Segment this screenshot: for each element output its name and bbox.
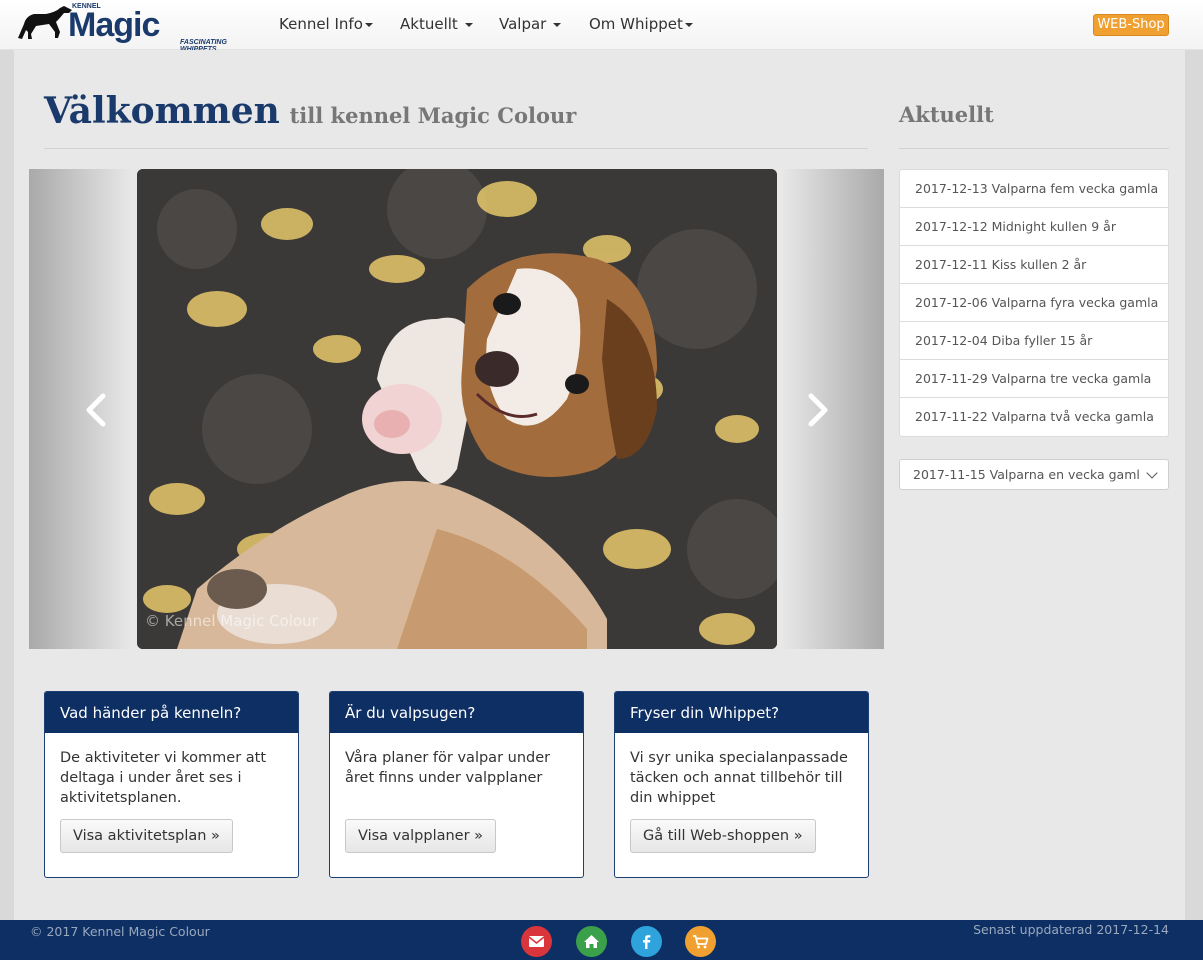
whippet-logo-icon [18, 6, 72, 39]
info-box-title: Är du valpsugen? [330, 692, 583, 733]
footer: © 2017 Kennel Magic Colour Senast uppdat… [0, 920, 1203, 960]
photo-watermark: © Kennel Magic Colour [145, 612, 318, 630]
nav-label: Om Whippet [589, 15, 683, 33]
caret-down-icon [364, 22, 373, 27]
news-item[interactable]: 2017-12-12 Midnight kullen 9 år [900, 208, 1168, 246]
page-title-main: Välkommen [44, 90, 280, 132]
facebook-icon[interactable] [631, 926, 662, 957]
info-box-text: De aktiviteter vi kommer att deltaga i u… [60, 750, 267, 806]
puppy-photo [137, 169, 777, 649]
info-box-text: Våra planer för valpar under året finns … [345, 750, 551, 786]
nav-om-whippet[interactable]: Om Whippet [589, 15, 693, 33]
view-puppy-plans-button[interactable]: Visa valpplaner » [345, 819, 497, 853]
info-box-activities: Vad händer på kenneln? De aktiviteter vi… [44, 691, 299, 878]
select-value: 2017-11-15 Valparna en vecka gamla [913, 467, 1139, 482]
view-activity-plan-button[interactable]: Visa aktivitetsplan » [60, 819, 233, 853]
nav-label: Aktuellt [400, 15, 458, 33]
image-carousel[interactable]: © Kennel Magic Colour [29, 169, 884, 649]
page-title-sub: till kennel Magic Colour [289, 103, 577, 128]
chevron-right-icon[interactable] [805, 393, 831, 436]
home-icon[interactable] [576, 926, 607, 957]
news-item[interactable]: 2017-12-04 Diba fyller 15 år [900, 322, 1168, 360]
info-box-title: Fryser din Whippet? [615, 692, 868, 733]
top-navbar: KENNEL Magic Colour FASCINATING WHIPPETS… [0, 0, 1203, 84]
divider [44, 148, 868, 149]
news-archive-select[interactable]: 2017-11-15 Valparna en vecka gamla [899, 459, 1169, 490]
main-content: Välkommen till kennel Magic Colour © Ken… [14, 50, 1185, 920]
info-box-text: Vi syr unika specialanpassade täcken och… [630, 750, 848, 806]
divider [899, 148, 1169, 149]
caret-down-icon [553, 22, 562, 27]
carousel-photo: © Kennel Magic Colour [137, 169, 777, 649]
caret-down-icon [464, 22, 473, 27]
news-item[interactable]: 2017-11-29 Valparna tre vecka gamla [900, 360, 1168, 398]
news-item[interactable]: 2017-12-13 Valparna fem vecka gamla [900, 170, 1168, 208]
news-item[interactable]: 2017-11-22 Valparna två vecka gamla [900, 398, 1168, 436]
nav-label: Kennel Info [279, 15, 363, 33]
nav-valpar[interactable]: Valpar [499, 15, 562, 33]
logo[interactable]: KENNEL Magic Colour FASCINATING WHIPPETS [16, 2, 264, 84]
news-list: 2017-12-13 Valparna fem vecka gamla 2017… [899, 169, 1169, 437]
news-item[interactable]: 2017-12-11 Kiss kullen 2 år [900, 246, 1168, 284]
sidebar-title: Aktuellt [899, 102, 994, 127]
footer-last-updated: Senast uppdaterad 2017-12-14 [973, 922, 1169, 937]
nav-aktuellt[interactable]: Aktuellt [400, 15, 473, 33]
news-item[interactable]: 2017-12-06 Valparna fyra vecka gamla [900, 284, 1168, 322]
footer-copyright: © 2017 Kennel Magic Colour [30, 924, 210, 939]
webshop-button[interactable]: WEB-Shop [1093, 14, 1169, 36]
cart-icon[interactable] [685, 926, 716, 957]
page-title: Välkommen till kennel Magic Colour [44, 90, 576, 132]
nav-label: Valpar [499, 15, 547, 33]
mail-icon[interactable] [521, 926, 552, 957]
goto-webshop-button[interactable]: Gå till Web-shoppen » [630, 819, 816, 853]
caret-down-icon [684, 22, 693, 27]
info-box-puppies: Är du valpsugen? Våra planer för valpar … [329, 691, 584, 878]
chevron-left-icon[interactable] [83, 393, 109, 436]
info-box-webshop: Fryser din Whippet? Vi syr unika special… [614, 691, 869, 878]
chevron-down-icon [1146, 467, 1158, 479]
nav-kennel-info[interactable]: Kennel Info [279, 15, 373, 33]
info-box-title: Vad händer på kenneln? [45, 692, 298, 733]
